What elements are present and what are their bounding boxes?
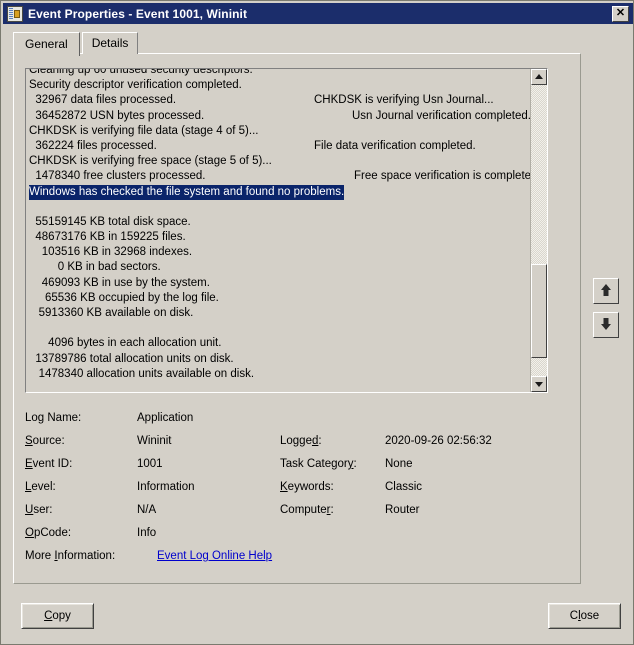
description-vertical-scrollbar[interactable] [530,69,547,392]
log-line-right: Usn Journal verification completed. [352,109,531,122]
log-line-left: 5913360 KB available on disk. [29,307,194,319]
detail-row: Event ID: 1001 Task Category: None [25,458,565,481]
detail-label: User: [25,504,53,516]
log-line: CHKDSK is verifying file data (stage 4 o… [29,124,530,139]
detail-row: Level: Information Keywords: Classic [25,481,565,504]
log-line: 103516 KB in 32968 indexes. [29,245,530,260]
window-title: Event Properties - Event 1001, Wininit [28,6,248,21]
up-arrow-icon [601,284,611,296]
log-line-left: 1478340 allocation units available on di… [29,367,255,380]
detail-value-secondary: None [385,458,413,470]
close-button[interactable]: Close [548,603,621,629]
log-line: 5913360 KB available on disk. [29,306,530,321]
log-line-left: Cleaning up 60 unused security descripto… [29,68,253,76]
log-line: 362224 files processed. File data verific… [29,139,530,154]
log-line-selected: Windows has checked the file system and … [29,184,345,200]
log-line-left: 362224 files processed. [29,139,157,152]
close-button-label: Close [569,610,600,622]
log-line-row: Windows has checked the file system and … [29,184,530,200]
log-line-left: 36452872 USN bytes processed. [29,109,205,122]
detail-value: Wininit [137,435,172,447]
title-bar: Event Properties - Event 1001, Wininit ✕ [3,3,633,24]
detail-label-secondary: Task Category: [280,458,357,470]
detail-label-secondary: Logged: [280,435,322,447]
log-line: Security descriptor verification complet… [29,78,530,93]
detail-label-secondary: Computer: [280,504,334,516]
log-line-left: CHKDSK is verifying free space (stage 5 … [29,155,272,168]
more-information-label: More Information: [25,550,116,562]
previous-event-button[interactable] [593,278,619,304]
log-line: 32967 data files processed. CHKDSK is ver… [29,93,530,108]
log-line: 1478340 allocation units available on di… [29,367,530,382]
log-line-left: 48673176 KB in 159225 files. [29,231,186,244]
log-line: 55159145 KB total disk space. [29,215,530,230]
log-line-left: 32967 data files processed. [29,94,177,107]
log-line: 65536 KB occupied by the log file. [29,291,530,306]
scroll-up-icon [535,74,543,79]
detail-value-secondary: 2020-09-26 02:56:32 [385,435,492,447]
log-line-left: 0 KB in bad sectors. [29,261,161,274]
detail-label-secondary: Keywords: [280,481,334,493]
detail-value: N/A [137,504,157,516]
scrollbar-thumb[interactable] [531,264,547,358]
detail-label: Level: [25,481,56,493]
event-description-box[interactable]: Cleaning up 60 unused security descripto… [25,68,548,393]
log-line: 1478340 free clusters processed. Free spa… [29,169,534,184]
log-line-left: 55159145 KB total disk space. [29,215,191,228]
detail-row: User: N/A Computer: Router [25,504,565,527]
more-information-row: More Information: Event Log Online Help [25,550,565,573]
down-arrow-icon [601,318,611,330]
close-icon: ✕ [615,7,626,19]
detail-label: Source: [25,435,65,447]
detail-row: OpCode: Info [25,527,565,550]
event-description-text: Cleaning up 60 unused security descripto… [26,68,534,382]
copy-button[interactable]: Copy [21,603,94,629]
tab-strip: General Details [13,32,139,56]
scroll-down-icon [535,382,543,387]
log-line: 13789786 total allocation units on disk. [29,352,530,367]
detail-value: 1001 [137,458,163,470]
log-line: 36452872 USN bytes processed. Usn Journal… [29,109,531,124]
log-line-left: 13789786 total allocation units on disk. [29,352,234,365]
event-log-online-help-link[interactable]: Event Log Online Help [157,550,272,562]
detail-label: Event ID: [25,458,73,470]
detail-label: OpCode: [25,527,72,539]
log-line: Cleaning up 60 unused security descripto… [29,68,530,78]
scrollbar-up-button[interactable] [531,69,547,85]
detail-value-secondary: Classic [385,481,423,493]
log-line-right: Free space verification is complete. [354,170,535,183]
tab-details[interactable]: Details [81,32,139,54]
tab-general[interactable]: General [13,32,80,56]
event-detail-fields: Log Name: Application Source: Wininit Logged… [25,412,565,573]
scrollbar-down-button[interactable] [531,376,547,392]
detail-value-secondary: Router [385,504,420,516]
log-line-left: 469093 KB in use by the system. [29,276,210,289]
detail-value: Info [137,527,157,539]
log-line-left: 103516 KB in 32968 indexes. [29,246,193,259]
log-line: 4096 bytes in each allocation unit. [29,336,530,351]
event-log-icon [7,5,23,22]
copy-button-label: Copy [44,610,71,622]
log-line: 469093 KB in use by the system. [29,276,530,291]
log-line-left: 1478340 free clusters processed. [29,170,206,183]
detail-value: Application [137,412,194,424]
log-line-right: CHKDSK is verifying Usn Journal... [314,94,494,107]
log-line-left: CHKDSK is verifying file data (stage 4 o… [29,124,259,137]
log-line: 48673176 KB in 159225 files. [29,230,530,245]
next-event-button[interactable] [593,312,619,338]
log-line: 0 KB in bad sectors. [29,260,530,275]
close-window-button[interactable]: ✕ [612,5,629,22]
log-line-left: 65536 KB occupied by the log file. [29,291,219,304]
log-line-right: File data verification completed. [314,139,476,152]
detail-row: Source: Wininit Logged: 2020-09-26 02:56:32 [25,435,565,458]
detail-row: Log Name: Application [25,412,565,435]
log-line-left: 4096 bytes in each allocation unit. [29,337,222,350]
log-line-left: Security descriptor verification complet… [29,79,242,92]
detail-label: Log Name: [25,412,82,424]
detail-value: Information [137,481,195,493]
event-properties-dialog: Event Properties - Event 1001, Wininit ✕… [0,0,634,645]
log-line: CHKDSK is verifying free space (stage 5 … [29,154,530,169]
